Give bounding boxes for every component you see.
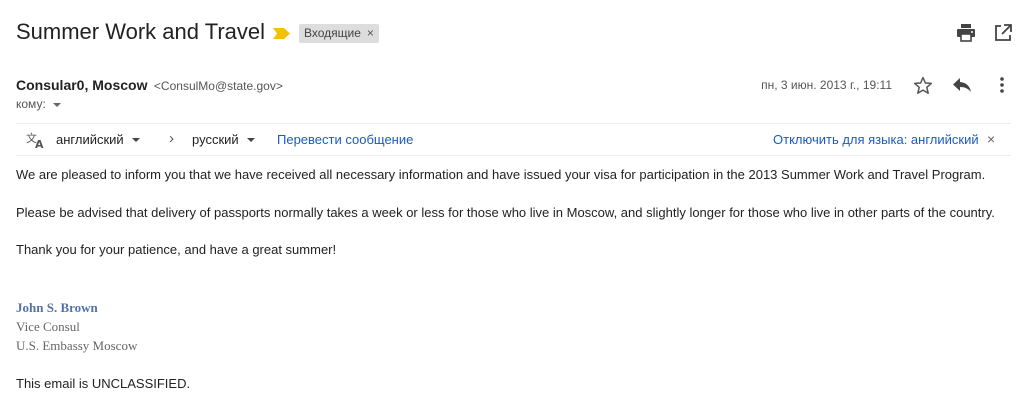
to-label: кому:	[16, 97, 46, 111]
body-paragraph-3: Thank you for your patience, and have a …	[16, 242, 337, 257]
print-button[interactable]	[955, 22, 977, 44]
print-icon	[957, 24, 975, 42]
reply-icon	[953, 78, 971, 92]
star-icon	[913, 76, 933, 94]
translation-bar: 文 A английский › русский Перевести сообщ…	[16, 123, 1011, 156]
source-language-select[interactable]: английский	[56, 132, 140, 147]
translate-message-link[interactable]: Перевести сообщение	[277, 132, 413, 147]
sender-email: <ConsulMo@state.gov>	[153, 79, 283, 93]
body-paragraph-1: We are pleased to inform you that we hav…	[16, 167, 986, 182]
signature-organization: U.S. Embassy Moscow	[16, 338, 138, 353]
target-language-label: русский	[192, 132, 239, 147]
signature-name: John S. Brown	[16, 300, 98, 315]
reply-button[interactable]	[951, 74, 973, 96]
more-vert-icon	[1000, 77, 1004, 93]
inbox-label-chip: Входящие ×	[299, 24, 379, 43]
body-paragraph-2: Please be advised that delivery of passp…	[16, 205, 995, 220]
remove-label-button[interactable]: ×	[367, 26, 374, 40]
open-in-new-window-icon	[995, 24, 1012, 41]
source-language-label: английский	[56, 132, 124, 147]
target-language-select[interactable]: русский	[192, 132, 255, 147]
open-in-new-window-button[interactable]	[992, 22, 1014, 44]
email-date: пн, 3 июн. 2013 г., 19:11	[761, 78, 892, 92]
close-translation-bar-button[interactable]: ×	[987, 131, 995, 147]
signature-title: Vice Consul	[16, 319, 80, 334]
disable-translation-link[interactable]: Отключить для языка: английский	[773, 132, 979, 147]
chevron-down-icon	[131, 137, 140, 142]
chevron-down-icon	[52, 102, 61, 107]
classification-footer: This email is UNCLASSIFIED.	[16, 376, 191, 391]
star-button[interactable]	[912, 74, 934, 96]
svg-text:A: A	[35, 138, 44, 149]
sender-name[interactable]: Consular0, Moscow	[16, 77, 147, 93]
chevron-right-icon: ›	[169, 130, 174, 147]
importance-marker-icon[interactable]	[273, 28, 290, 39]
translate-icon: 文 A	[26, 131, 44, 149]
recipients-toggle[interactable]: кому:	[16, 97, 61, 111]
inbox-label-text: Входящие	[304, 26, 361, 40]
sender-line: Consular0, Moscow <ConsulMo@state.gov>	[16, 77, 283, 95]
email-subject: Summer Work and Travel	[16, 19, 266, 44]
more-options-button[interactable]	[991, 74, 1013, 96]
chevron-down-icon	[246, 137, 255, 142]
